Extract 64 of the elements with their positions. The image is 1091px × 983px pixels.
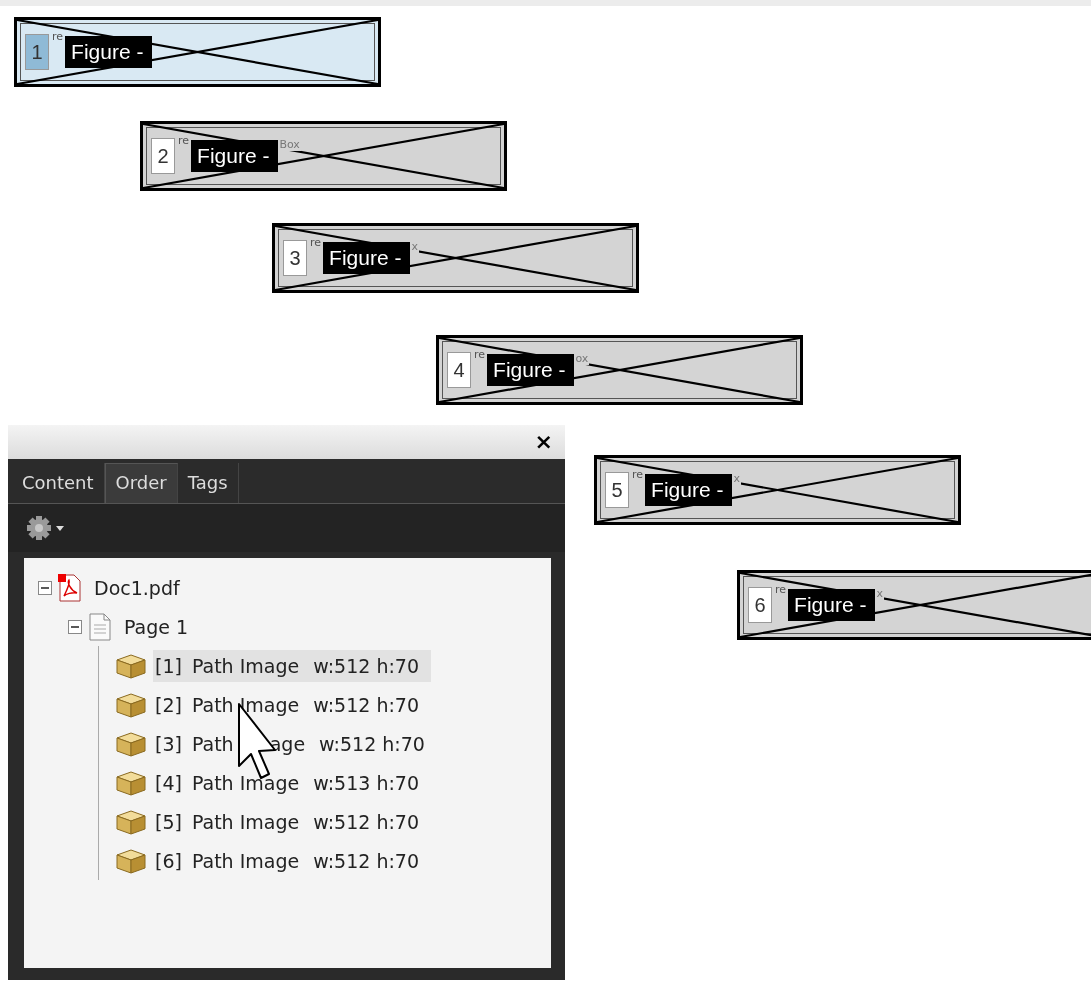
tag-text: re	[310, 236, 322, 249]
tag-text: re	[178, 134, 190, 147]
item-name: Path	[191, 732, 234, 755]
item-size: w:513 h:70	[313, 771, 420, 794]
figure-label: Figure -	[191, 140, 279, 172]
item-size: w:512 h:70	[319, 732, 425, 755]
tag-text: re	[632, 468, 644, 481]
item-size: w:512 h:70	[313, 849, 420, 872]
close-button[interactable]: ×	[530, 431, 557, 453]
box-icon	[115, 651, 147, 680]
item-size: w:512 h:70	[313, 654, 420, 677]
item-name: Path Image	[191, 771, 300, 794]
item-name: Path Image	[191, 810, 300, 833]
box-icon	[115, 729, 147, 758]
box-icon	[115, 768, 147, 797]
panel-tab[interactable]: Order	[104, 463, 178, 503]
order-number: 3	[283, 240, 307, 276]
item-index: [5]	[155, 810, 182, 833]
tree-item[interactable]: Doc1.pdf	[94, 576, 180, 599]
settings-icon	[24, 513, 66, 543]
item-index: [3]	[155, 732, 182, 755]
pdf-file-icon	[58, 573, 82, 602]
tree-row[interactable]: [5] Path Image w:512 h:70	[153, 805, 432, 838]
tree-row[interactable]: [4] Path Image w:513 h:70	[153, 766, 432, 799]
item-index: [2]	[155, 693, 182, 716]
item-name: Path Image	[191, 849, 300, 872]
tag-text: re	[474, 348, 486, 361]
order-number: 2	[151, 138, 175, 174]
item-index: [4]	[155, 771, 182, 794]
box-icon	[115, 690, 147, 719]
item-index: [6]	[155, 849, 182, 872]
figure-label: Figure -	[788, 589, 876, 621]
figure-label: Figure -	[65, 36, 153, 68]
figure-label: Figure -	[487, 354, 575, 386]
item-size: w:512 h:70	[313, 810, 420, 833]
order-number: 5	[605, 472, 629, 508]
collapse-icon[interactable]	[38, 580, 52, 595]
box-icon	[115, 846, 147, 875]
tree-row[interactable]: [2] Path Image w:512 h:70	[153, 688, 432, 721]
item-size: w:512 h:70	[313, 693, 420, 716]
options-button[interactable]	[24, 513, 66, 543]
collapse-icon[interactable]	[68, 619, 82, 634]
order-number: 4	[447, 352, 471, 388]
page-icon	[88, 612, 112, 641]
order-number: 1	[25, 34, 49, 70]
order-number: 6	[748, 587, 772, 623]
figure-label: Figure -	[645, 474, 733, 506]
tag-text: re	[775, 583, 787, 596]
item-name: Path Image	[191, 693, 300, 716]
tag-text: re	[52, 30, 64, 43]
tree-row[interactable]: [6] Path Image w:512 h:70	[153, 844, 432, 877]
item-index: [1]	[155, 654, 182, 677]
alt-text: Box	[278, 138, 301, 151]
figure-placeholder[interactable]: 3 re Figure - x	[272, 223, 639, 293]
figure-placeholder[interactable]: 6 re Figure - x	[737, 570, 1091, 640]
figure-placeholder[interactable]: 5 re Figure - x	[594, 455, 961, 525]
item-name: Path Image	[191, 654, 300, 677]
figure-placeholder[interactable]: 4 re Figure - ox	[436, 335, 803, 405]
figure-placeholder[interactable]: 1 re Figure -	[14, 17, 381, 87]
tree-item[interactable]: Page 1	[124, 615, 189, 638]
box-icon	[115, 807, 147, 836]
tree-row[interactable]: [1] Path Image w:512 h:70	[153, 649, 432, 682]
figure-label: Figure -	[323, 242, 411, 274]
figure-placeholder[interactable]: 2 re Figure - Box	[140, 121, 507, 191]
